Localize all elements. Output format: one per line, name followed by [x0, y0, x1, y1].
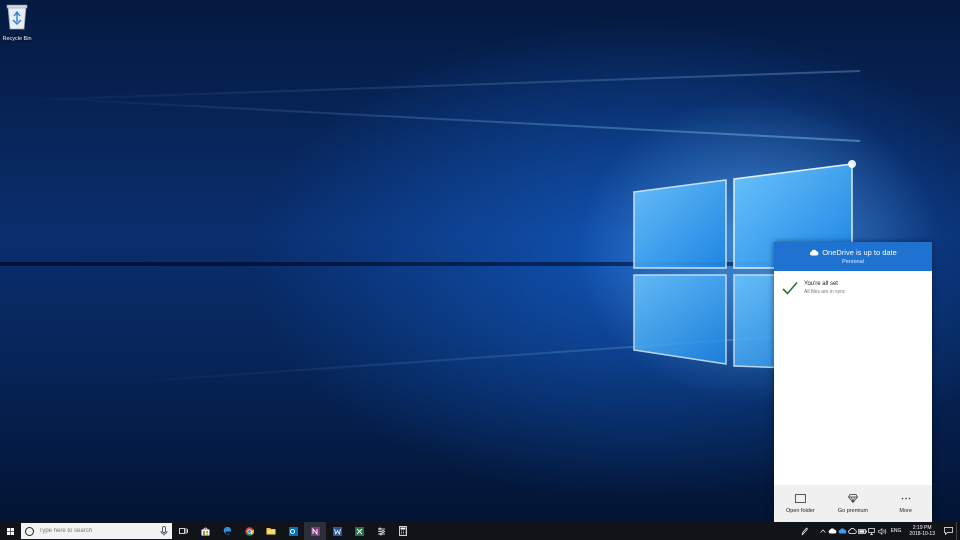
cloud-icon: [848, 528, 857, 534]
more-icon: [901, 497, 910, 500]
onedrive-header: OneDrive is up to date Personal: [774, 242, 932, 271]
status-detail: All files are in sync: [804, 289, 846, 295]
onedrive-actions: Open folder Go premium More: [774, 485, 932, 522]
go-premium-button[interactable]: Go premium: [827, 485, 880, 522]
taskbar-settings[interactable]: [370, 522, 392, 540]
recycle-bin-label: Recycle Bin: [2, 36, 32, 42]
taskbar-chrome[interactable]: [238, 522, 260, 540]
show-desktop-button[interactable]: [956, 522, 960, 540]
calculator-icon: [399, 526, 407, 536]
tray-cloud[interactable]: [848, 522, 858, 540]
notification-icon: [943, 527, 953, 535]
taskbar-word[interactable]: [326, 522, 348, 540]
excel-icon: [354, 526, 364, 536]
action-center-button[interactable]: [940, 522, 956, 540]
taskbar-onenote[interactable]: [304, 522, 326, 540]
taskbar-calculator[interactable]: [392, 522, 414, 540]
onedrive-title: OneDrive is up to date: [774, 248, 932, 257]
taskbar-file-explorer[interactable]: [260, 522, 282, 540]
search-input[interactable]: [39, 528, 155, 534]
taskbar-search[interactable]: [21, 523, 172, 539]
network-icon: [868, 527, 875, 535]
windows-start-icon: [6, 527, 14, 535]
battery-icon: [858, 528, 867, 534]
start-button[interactable]: [0, 522, 20, 540]
onedrive-title-text: OneDrive is up to date: [822, 248, 897, 257]
tray-volume[interactable]: [878, 522, 888, 540]
edge-icon: [223, 526, 231, 535]
file-explorer-icon: [266, 528, 276, 535]
more-label: More: [899, 507, 912, 514]
light-beam: [0, 70, 861, 103]
pen-workspace-button[interactable]: [800, 522, 810, 540]
open-folder-label: Open folder: [785, 507, 815, 514]
onedrive-account: Personal: [842, 259, 864, 265]
input-language[interactable]: ENG: [888, 528, 905, 534]
go-premium-label: Go premium: [837, 507, 869, 514]
store-icon: [201, 527, 209, 535]
clock-date: 2018-10-13: [909, 531, 935, 537]
tray-onedrive-business[interactable]: [838, 522, 848, 540]
open-folder-button[interactable]: Open folder: [774, 485, 827, 522]
chevron-up-icon: [819, 529, 826, 533]
chrome-icon: [244, 526, 254, 536]
status-title: You're all set: [804, 281, 838, 287]
folder-icon: [794, 494, 806, 503]
show-hidden-icons[interactable]: [818, 522, 828, 540]
diamond-icon: [848, 494, 858, 503]
cloud-icon: [810, 249, 819, 256]
taskbar-excel[interactable]: [348, 522, 370, 540]
desktop-icon-recycle-bin[interactable]: Recycle Bin: [2, 2, 32, 42]
more-button[interactable]: More: [879, 485, 932, 522]
tray-battery[interactable]: [858, 522, 868, 540]
cloud-icon: [838, 528, 847, 534]
cortana-icon: [25, 526, 34, 536]
taskbar-store[interactable]: [194, 522, 216, 540]
task-view-button[interactable]: [172, 522, 194, 540]
microphone-icon[interactable]: [160, 526, 168, 536]
settings-icon: [377, 527, 385, 535]
taskbar-edge[interactable]: [216, 522, 238, 540]
onedrive-flyout: OneDrive is up to date Personal You're a…: [774, 242, 932, 522]
sync-status: You're all set All files are in sync: [774, 271, 932, 305]
outlook-icon: [288, 526, 298, 536]
taskbar-outlook[interactable]: [282, 522, 304, 540]
pen-icon: [801, 526, 809, 535]
checkmark-icon: [782, 281, 798, 295]
onenote-icon: [310, 526, 320, 536]
system-tray: ENG 2:19 PM 2018-10-13: [800, 522, 960, 540]
word-icon: [332, 526, 342, 536]
recycle-bin-icon: [6, 4, 28, 30]
taskbar: ENG 2:19 PM 2018-10-13: [0, 522, 960, 540]
taskbar-clock[interactable]: 2:19 PM 2018-10-13: [904, 525, 940, 537]
tray-onedrive[interactable]: [828, 522, 838, 540]
light-beam: [41, 97, 861, 142]
tray-network[interactable]: [868, 522, 878, 540]
cloud-icon: [828, 528, 837, 534]
volume-icon: [878, 527, 887, 535]
task-view-icon: [178, 528, 188, 534]
